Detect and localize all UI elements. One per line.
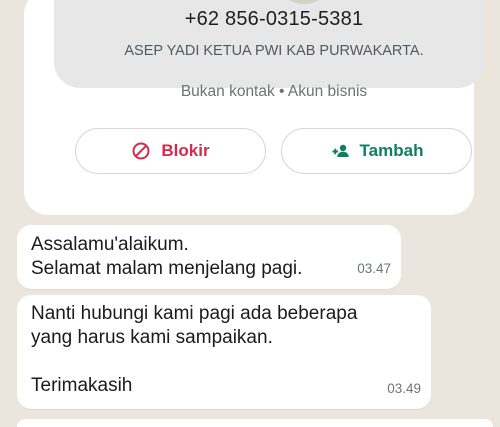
add-contact-icon xyxy=(330,141,350,161)
message-bubble[interactable]: Nanti hubungi kami pagi ada beberapa yan… xyxy=(17,295,431,409)
message-line: Terimakasih xyxy=(31,375,133,396)
next-message-bubble-edge xyxy=(17,419,493,427)
message-line: Nanti hubungi kami pagi ada beberapa xyxy=(31,303,358,324)
message-line: Assalamu'alaikum. xyxy=(31,234,189,255)
add-contact-button[interactable]: Tambah xyxy=(281,128,472,174)
profile-status-text: Bukan kontak • Akun bisnis xyxy=(180,83,368,100)
message-line: yang harus kami sampaikan. xyxy=(31,327,273,348)
message-line: Selamat malam menjelang pagi. xyxy=(31,258,303,279)
message-timestamp: 03.47 xyxy=(357,261,391,276)
profile-avatar[interactable] xyxy=(276,0,332,4)
message-timestamp: 03.49 xyxy=(387,381,421,396)
block-icon xyxy=(131,141,151,161)
add-contact-button-label: Tambah xyxy=(359,141,424,160)
block-button-label: Blokir xyxy=(161,141,210,160)
message-bubble[interactable]: Assalamu'alaikum. Selamat malam menjelan… xyxy=(17,225,401,289)
profile-about-text: ASEP YADI KETUA PWI KAB PURWAKARTA. xyxy=(124,43,424,59)
block-button[interactable]: Blokir xyxy=(75,128,266,174)
profile-phone-number: +62 856-0315-5381 xyxy=(184,8,364,30)
profile-card: +62 856-0315-5381 ASEP YADI KETUA PWI KA… xyxy=(24,0,484,215)
